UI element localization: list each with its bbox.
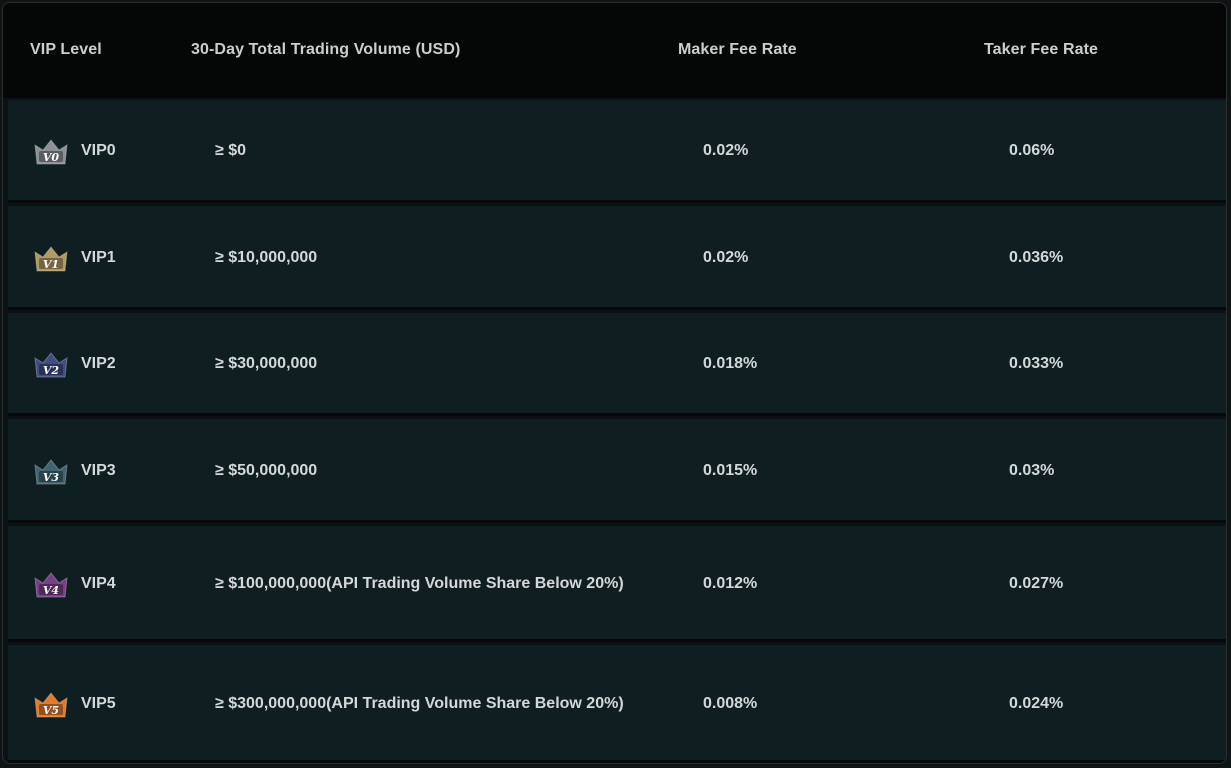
- svg-text:V3: V3: [43, 471, 60, 484]
- svg-text:V1: V1: [43, 258, 59, 271]
- table-row: V3 VIP3 ≥ $50,000,000 0.015% 0.03%: [8, 419, 1226, 523]
- maker-fee-cell: 0.015%: [703, 461, 758, 479]
- vip-level-label: VIP1: [81, 248, 116, 266]
- maker-fee-cell: 0.02%: [703, 142, 749, 159]
- vip-fee-table: VIP Level 30-Day Total Trading Volume (U…: [2, 2, 1227, 764]
- vip-badge-icon: V0: [32, 136, 70, 168]
- taker-fee-cell: 0.03%: [1009, 461, 1055, 479]
- table-row: V0 VIP0 ≥ $0 0.02% 0.06%: [8, 100, 1226, 203]
- taker-fee-cell: 0.024%: [1009, 694, 1064, 712]
- maker-fee-cell: 0.008%: [703, 694, 758, 712]
- vip-level-label: VIP4: [81, 574, 116, 592]
- maker-fee-cell: 0.02%: [703, 248, 749, 266]
- trading-volume-cell: ≥ $0: [215, 142, 247, 159]
- vip-badge-icon: V4: [32, 569, 70, 601]
- trading-volume-cell: ≥ $50,000,000: [215, 461, 318, 479]
- vip-badge-icon: V2: [32, 349, 70, 381]
- svg-text:V0: V0: [43, 151, 60, 164]
- table-row: V5 VIP5 ≥ $300,000,000(API Trading Volume …: [8, 645, 1226, 763]
- maker-fee-cell: 0.012%: [703, 574, 758, 592]
- trading-volume-cell: ≥ $10,000,000: [215, 248, 318, 266]
- taker-fee-cell: 0.027%: [1009, 574, 1064, 592]
- svg-text:V4: V4: [43, 584, 59, 597]
- vip-level-label: VIP2: [81, 355, 116, 372]
- header-vip-level: VIP Level: [30, 41, 102, 58]
- table-row: V1 VIP1 ≥ $10,000,000 0.02% 0.036%: [8, 206, 1226, 310]
- vip-badge-icon: V3: [32, 456, 70, 488]
- svg-text:V5: V5: [43, 704, 59, 717]
- taker-fee-cell: 0.036%: [1009, 248, 1064, 266]
- taker-fee-cell: 0.033%: [1009, 355, 1064, 372]
- table-row: V4 VIP4 ≥ $100,000,000(API Trading Volume …: [8, 526, 1226, 642]
- table-row: V2 VIP2 ≥ $30,000,000 0.018% 0.033%: [8, 313, 1226, 416]
- trading-volume-cell: ≥ $30,000,000: [215, 355, 318, 372]
- vip-level-label: VIP5: [81, 694, 116, 712]
- vip-badge-icon: V1: [32, 243, 70, 275]
- header-trading-volume: 30-Day Total Trading Volume (USD): [191, 41, 461, 58]
- trading-volume-cell: ≥ $100,000,000(API Trading Volume Share …: [215, 574, 624, 592]
- vip-badge-icon: V5: [32, 689, 70, 721]
- svg-text:V2: V2: [43, 364, 60, 377]
- header-maker-fee-rate: Maker Fee Rate: [678, 41, 797, 58]
- vip-level-label: VIP0: [81, 142, 116, 159]
- trading-volume-cell: ≥ $300,000,000(API Trading Volume Share …: [215, 694, 624, 712]
- table-header: VIP Level 30-Day Total Trading Volume (U…: [3, 3, 1226, 98]
- maker-fee-cell: 0.018%: [703, 355, 758, 372]
- taker-fee-cell: 0.06%: [1009, 142, 1055, 159]
- header-taker-fee-rate: Taker Fee Rate: [984, 41, 1099, 58]
- vip-level-label: VIP3: [81, 461, 116, 479]
